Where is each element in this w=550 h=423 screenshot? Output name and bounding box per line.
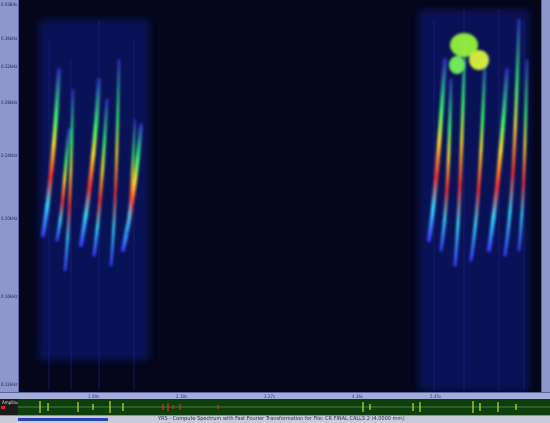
spectrogram-window: 0.0384s 0.36kHz 0.32kHz 0.28kHz 0.24kHz … — [0, 0, 550, 423]
frequency-tick: 0.0384s — [1, 2, 18, 7]
frequency-axis: 0.0384s 0.36kHz 0.32kHz 0.28kHz 0.24kHz … — [0, 0, 19, 392]
channel-color-swatch — [1, 406, 5, 409]
progress-bar — [18, 418, 108, 421]
frequency-tick: 0.12kHz — [1, 382, 18, 387]
waveform-image — [18, 401, 550, 413]
frequency-tick: 0.24kHz — [1, 153, 18, 158]
spectrogram-image — [39, 10, 529, 390]
frequency-tick: 0.32kHz — [1, 64, 18, 69]
waveform-channel-label: Amplitude — [0, 399, 23, 415]
frequency-tick: 0.28kHz — [1, 100, 18, 105]
frequency-tick: 0.36kHz — [1, 36, 18, 41]
spectrogram-canvas[interactable] — [19, 0, 541, 392]
right-scroll-strip[interactable] — [541, 0, 550, 392]
frequency-tick: 0.16kHz — [1, 294, 18, 299]
waveform-panel[interactable] — [18, 399, 550, 415]
frequency-tick: 0.20kHz — [1, 216, 18, 221]
